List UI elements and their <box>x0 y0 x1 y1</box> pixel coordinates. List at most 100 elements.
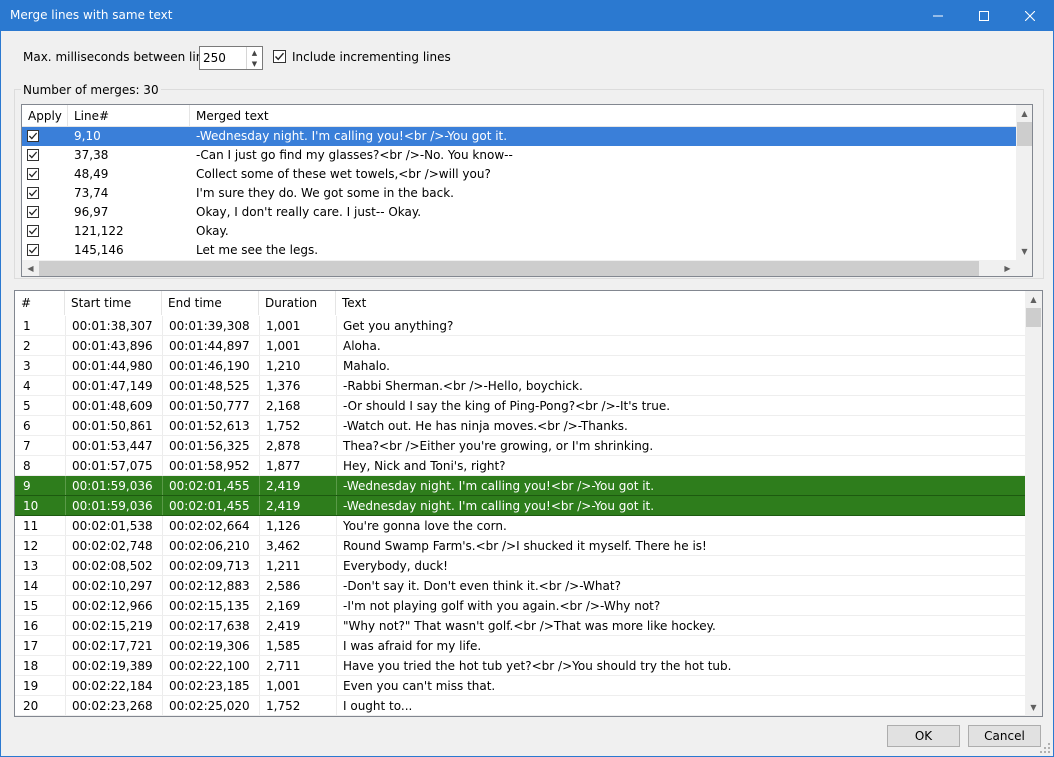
column-header-number[interactable]: # <box>15 291 65 315</box>
start-time: 00:02:10,297 <box>72 579 153 593</box>
scroll-thumb[interactable] <box>1026 308 1041 327</box>
scroll-up-icon[interactable]: ▲ <box>1016 105 1032 122</box>
apply-checkbox[interactable] <box>27 149 39 161</box>
row-number: 20 <box>23 699 39 713</box>
merge-count-label: Number of merges: 30 <box>21 83 161 97</box>
scroll-corner <box>1016 260 1032 276</box>
close-button[interactable] <box>1007 1 1053 31</box>
start-time: 00:01:50,861 <box>72 419 153 433</box>
merges-horizontal-scrollbar[interactable]: ◀ ▶ <box>22 260 1016 276</box>
end-time: 00:02:02,664 <box>169 519 250 533</box>
merge-row[interactable]: 37,38 -Can I just go find my glasses?<br … <box>22 146 1016 165</box>
subtitle-text: -Wednesday night. I'm calling you!<br />… <box>343 499 655 513</box>
column-header-merged-text[interactable]: Merged text <box>190 105 1016 127</box>
subtitle-row[interactable]: 17 00:02:17,721 00:02:19,306 1,585 I was afr… <box>15 636 1025 656</box>
subtitle-row[interactable]: 10 00:01:59,036 00:02:01,455 2,419 -Wednesda… <box>15 496 1025 516</box>
merge-row[interactable]: 73,74 I'm sure they do. We got some in th… <box>22 184 1016 203</box>
maximize-button[interactable] <box>961 1 1007 31</box>
subtitle-row[interactable]: 2 00:01:43,896 00:01:44,897 1,001 Aloha. <box>15 336 1025 356</box>
end-time: 00:02:01,455 <box>169 499 250 513</box>
subtitle-row[interactable]: 4 00:01:47,149 00:01:48,525 1,376 -Rabbi She… <box>15 376 1025 396</box>
subtitle-vertical-scrollbar[interactable]: ▲ ▼ <box>1025 291 1042 716</box>
duration: 1,877 <box>266 459 301 473</box>
end-time: 00:02:09,713 <box>169 559 250 573</box>
merge-text: -Can I just go find my glasses?<br />-No… <box>196 148 513 162</box>
subtitle-row[interactable]: 14 00:02:10,297 00:02:12,883 2,586 -Don't sa… <box>15 576 1025 596</box>
subtitle-row[interactable]: 9 00:01:59,036 00:02:01,455 2,419 -Wednesday… <box>15 476 1025 496</box>
subtitle-list[interactable]: # Start time End time Duration Text 1 00:… <box>14 290 1043 717</box>
apply-checkbox[interactable] <box>27 225 39 237</box>
minimize-button[interactable] <box>915 1 961 31</box>
merge-row[interactable]: 145,146 Let me see the legs. <box>22 241 1016 260</box>
cancel-button[interactable]: Cancel <box>968 725 1041 747</box>
subtitle-text: I ought to... <box>343 699 413 713</box>
ok-button[interactable]: OK <box>887 725 960 747</box>
scroll-thumb[interactable] <box>39 261 979 276</box>
spin-up-icon[interactable]: ▲ <box>247 47 262 58</box>
merges-vertical-scrollbar[interactable]: ▲ ▼ <box>1016 105 1032 260</box>
subtitle-row[interactable]: 20 00:02:23,268 00:02:25,020 1,752 I ought t… <box>15 696 1025 716</box>
column-header-start-time[interactable]: Start time <box>65 291 162 315</box>
subtitle-row[interactable]: 1 00:01:38,307 00:01:39,308 1,001 Get you an… <box>15 316 1025 336</box>
subtitle-text: Get you anything? <box>343 319 454 333</box>
subtitle-row[interactable]: 6 00:01:50,861 00:01:52,613 1,752 -Watch out… <box>15 416 1025 436</box>
subtitle-row[interactable]: 8 00:01:57,075 00:01:58,952 1,877 Hey, Nick … <box>15 456 1025 476</box>
column-header-apply[interactable]: Apply <box>22 105 68 127</box>
subtitle-row[interactable]: 18 00:02:19,389 00:02:22,100 2,711 Have you … <box>15 656 1025 676</box>
merge-row[interactable]: 121,122 Okay. <box>22 222 1016 241</box>
subtitle-row[interactable]: 13 00:02:08,502 00:02:09,713 1,211 Everybody… <box>15 556 1025 576</box>
subtitle-row[interactable]: 3 00:01:44,980 00:01:46,190 1,210 Mahalo. <box>15 356 1025 376</box>
scroll-thumb[interactable] <box>1017 122 1032 146</box>
include-incrementing-label[interactable]: Include incrementing lines <box>292 50 451 64</box>
apply-checkbox[interactable] <box>27 168 39 180</box>
scroll-left-icon[interactable]: ◀ <box>22 260 39 276</box>
row-number: 3 <box>23 359 31 373</box>
subtitle-row[interactable]: 19 00:02:22,184 00:02:23,185 1,001 Even you … <box>15 676 1025 696</box>
spin-down-icon[interactable]: ▼ <box>247 58 262 69</box>
merge-row[interactable]: 48,49 Collect some of these wet towels,<b… <box>22 165 1016 184</box>
duration: 1,211 <box>266 559 301 573</box>
column-header-text[interactable]: Text <box>336 291 1025 315</box>
apply-checkbox[interactable] <box>27 206 39 218</box>
start-time: 00:02:12,966 <box>72 599 153 613</box>
subtitle-text: Round Swamp Farm's.<br />I shucked it my… <box>343 539 707 553</box>
merge-text: I'm sure they do. We got some in the bac… <box>196 186 454 200</box>
scroll-down-icon[interactable]: ▼ <box>1025 699 1042 716</box>
merge-line-numbers: 73,74 <box>74 186 109 200</box>
merge-row[interactable]: 96,97 Okay, I don't really care. I just--… <box>22 203 1016 222</box>
scroll-up-icon[interactable]: ▲ <box>1025 291 1042 308</box>
row-number: 19 <box>23 679 39 693</box>
subtitle-text: Have you tried the hot tub yet?<br />You… <box>343 659 732 673</box>
duration: 1,001 <box>266 339 301 353</box>
end-time: 00:01:56,325 <box>169 439 250 453</box>
apply-checkbox[interactable] <box>27 130 39 142</box>
scroll-down-icon[interactable]: ▼ <box>1016 243 1032 260</box>
scroll-right-icon[interactable]: ▶ <box>999 260 1016 276</box>
end-time: 00:02:15,135 <box>169 599 250 613</box>
include-incrementing-checkbox[interactable] <box>273 50 286 63</box>
checkmark-icon <box>28 170 38 178</box>
column-header-end-time[interactable]: End time <box>162 291 259 315</box>
row-number: 14 <box>23 579 39 593</box>
subtitle-row[interactable]: 7 00:01:53,447 00:01:56,325 2,878 Thea?<br /… <box>15 436 1025 456</box>
title-bar[interactable]: Merge lines with same text <box>1 1 1053 31</box>
max-ms-stepper[interactable]: 250 ▲ ▼ <box>199 46 263 70</box>
column-header-line[interactable]: Line# <box>68 105 190 127</box>
row-number: 11 <box>23 519 39 533</box>
subtitle-row[interactable]: 5 00:01:48,609 00:01:50,777 2,168 -Or should… <box>15 396 1025 416</box>
column-header-duration[interactable]: Duration <box>259 291 336 315</box>
max-ms-value[interactable]: 250 <box>203 51 226 65</box>
duration: 3,462 <box>266 539 301 553</box>
end-time: 00:01:39,308 <box>169 319 250 333</box>
merges-list[interactable]: Apply Line# Merged text 9,10 -Wednesday n… <box>21 104 1033 277</box>
subtitle-row[interactable]: 16 00:02:15,219 00:02:17,638 2,419 "Why not?… <box>15 616 1025 636</box>
row-number: 12 <box>23 539 39 553</box>
subtitle-row[interactable]: 15 00:02:12,966 00:02:15,135 2,169 -I'm not … <box>15 596 1025 616</box>
subtitle-row[interactable]: 11 00:02:01,538 00:02:02,664 1,126 You're go… <box>15 516 1025 536</box>
subtitle-row[interactable]: 12 00:02:02,748 00:02:06,210 3,462 Round Swa… <box>15 536 1025 556</box>
merge-row[interactable]: 9,10 -Wednesday night. I'm calling you!<b… <box>22 127 1016 146</box>
apply-checkbox[interactable] <box>27 187 39 199</box>
end-time: 00:02:22,100 <box>169 659 250 673</box>
resize-grip-icon[interactable] <box>1040 743 1050 753</box>
apply-checkbox[interactable] <box>27 244 39 256</box>
